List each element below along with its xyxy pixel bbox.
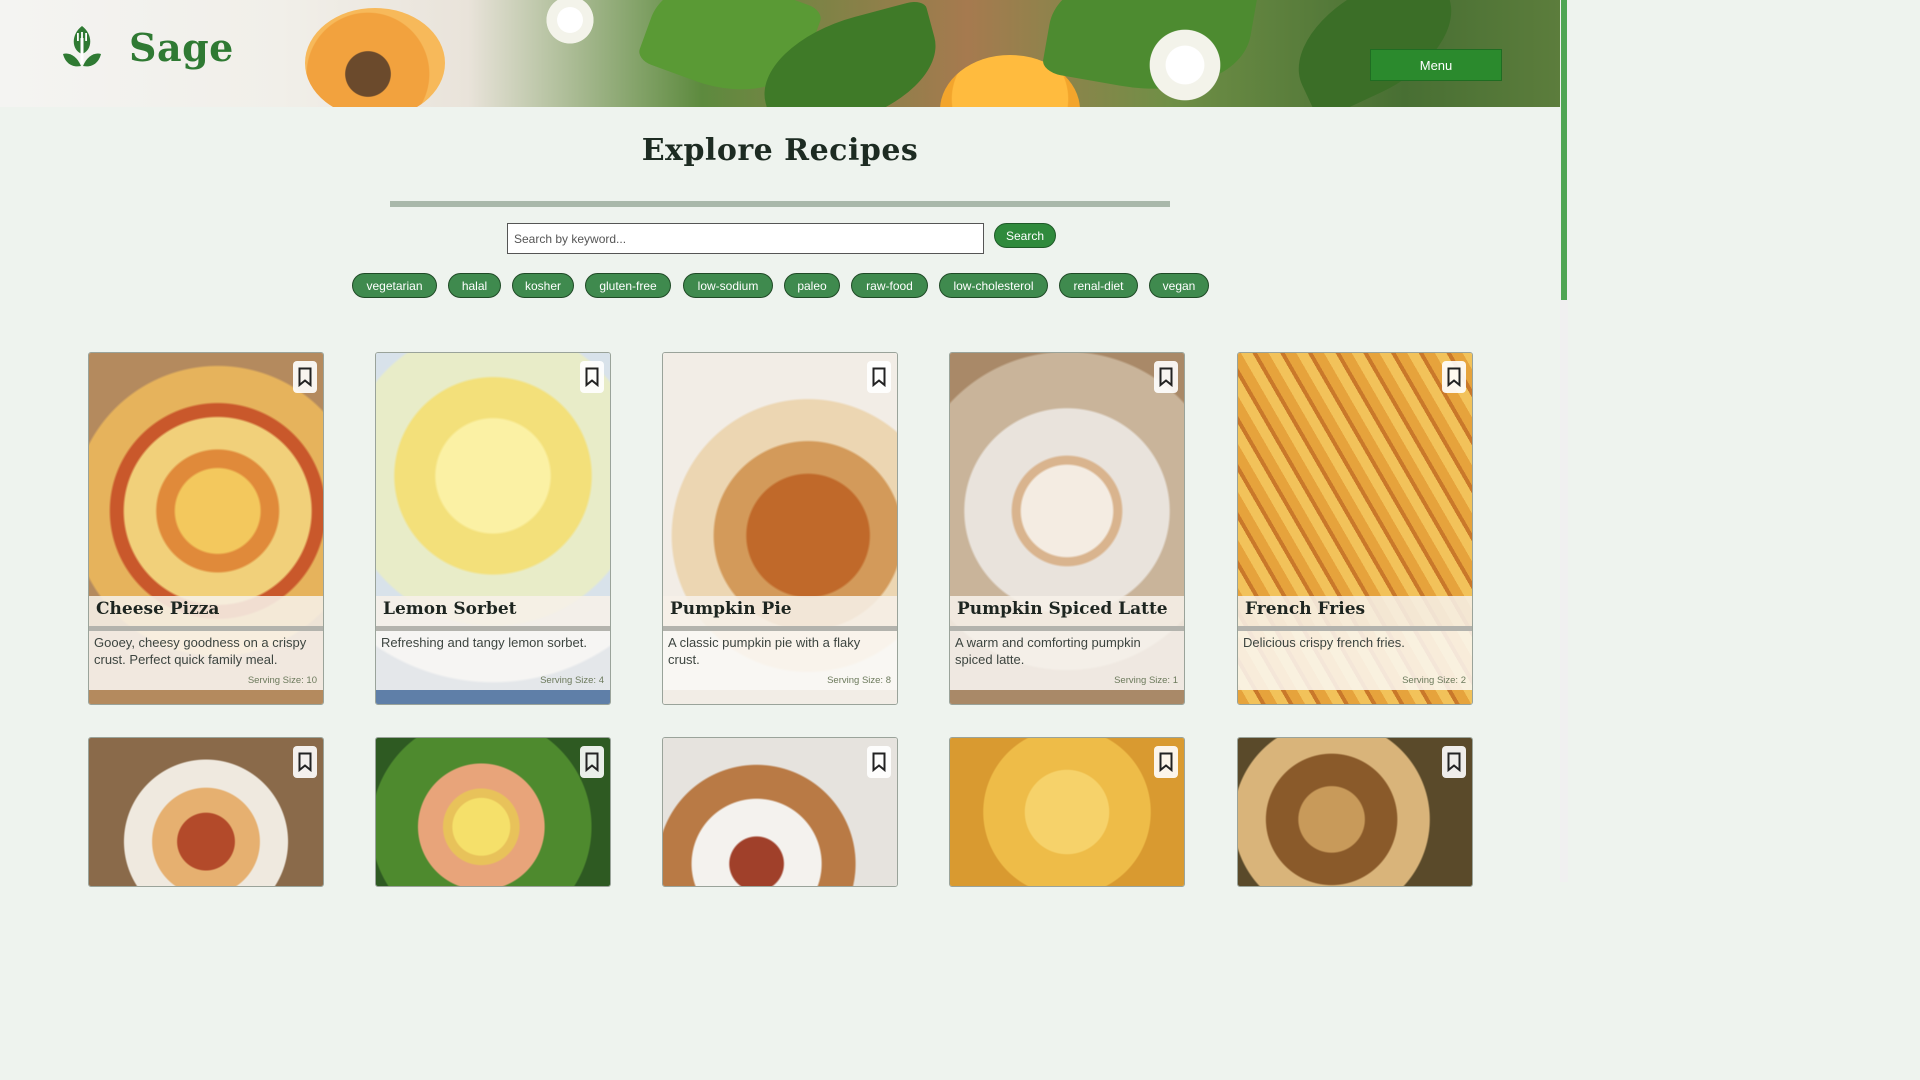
recipe-card[interactable] (949, 737, 1185, 887)
recipe-image (663, 738, 897, 886)
tag-raw-food[interactable]: raw-food (851, 273, 928, 298)
tag-renal-diet[interactable]: renal-diet (1059, 273, 1138, 298)
recipe-name: Cheese Pizza (96, 599, 220, 619)
divider (390, 201, 1170, 207)
bookmark-button[interactable] (867, 361, 891, 393)
recipe-name: Pumpkin Pie (670, 599, 792, 619)
bookmark-button[interactable] (1442, 361, 1466, 393)
recipe-name: Pumpkin Spiced Latte (957, 599, 1168, 619)
recipe-details: Delicious crispy french fries. Serving S… (1238, 631, 1472, 690)
recipe-image (1238, 738, 1472, 886)
recipe-card[interactable]: Pumpkin Pie A classic pumpkin pie with a… (662, 352, 898, 705)
tag-halal[interactable]: halal (448, 273, 501, 298)
tag-low-sodium[interactable]: low-sodium (683, 273, 773, 298)
recipe-image (376, 738, 610, 886)
bookmark-icon (585, 752, 599, 772)
bookmark-button[interactable] (1154, 746, 1178, 778)
bookmark-icon (872, 752, 886, 772)
logo[interactable]: Sage (59, 24, 234, 70)
bookmark-icon (1447, 752, 1461, 772)
recipe-title-bar: Lemon Sorbet (376, 596, 610, 631)
recipe-card[interactable]: Pumpkin Spiced Latte A warm and comforti… (949, 352, 1185, 705)
recipe-description: Delicious crispy french fries. (1243, 635, 1405, 650)
tag-paleo[interactable]: paleo (784, 273, 840, 298)
bookmark-icon (298, 752, 312, 772)
bookmark-icon (1159, 752, 1173, 772)
page-title: Explore Recipes (641, 133, 919, 168)
serving-size: Serving Size: 4 (540, 675, 604, 686)
recipe-card[interactable]: French Fries Delicious crispy french fri… (1237, 352, 1473, 705)
tag-vegan[interactable]: vegan (1149, 273, 1209, 298)
tag-filter-bar: vegetarian halal kosher gluten-free low-… (0, 273, 1560, 299)
recipe-details: A warm and comforting pumpkin spiced lat… (950, 631, 1184, 690)
serving-size: Serving Size: 8 (827, 675, 891, 686)
recipe-image (89, 738, 323, 886)
bookmark-icon (1447, 367, 1461, 387)
bookmark-button[interactable] (867, 746, 891, 778)
recipe-name: Lemon Sorbet (383, 599, 517, 619)
recipe-title-bar: French Fries (1238, 596, 1472, 631)
recipe-title-bar: Cheese Pizza (89, 596, 323, 631)
recipe-card[interactable] (375, 737, 611, 887)
recipe-card[interactable] (662, 737, 898, 887)
flower-decoration (1140, 20, 1230, 107)
header-banner: Sage Menu (0, 0, 1560, 107)
tag-vegetarian[interactable]: vegetarian (352, 273, 437, 298)
recipe-card[interactable] (1237, 737, 1473, 887)
flower-decoration (540, 0, 600, 50)
bookmark-button[interactable] (580, 746, 604, 778)
bookmark-icon (872, 367, 886, 387)
bookmark-button[interactable] (1442, 746, 1466, 778)
bookmark-icon (585, 367, 599, 387)
apricot-image (305, 8, 445, 107)
serving-size: Serving Size: 2 (1402, 675, 1466, 686)
recipe-details: A classic pumpkin pie with a flaky crust… (663, 631, 897, 690)
recipe-title-bar: Pumpkin Pie (663, 596, 897, 631)
serving-size: Serving Size: 1 (1114, 675, 1178, 686)
bookmark-icon (1159, 367, 1173, 387)
menu-button[interactable]: Menu (1370, 49, 1502, 81)
serving-size: Serving Size: 10 (247, 675, 317, 686)
brand-name: Sage (129, 24, 234, 70)
recipe-name: French Fries (1245, 599, 1366, 619)
bookmark-button[interactable] (293, 746, 317, 778)
tag-kosher[interactable]: kosher (512, 273, 574, 298)
tag-low-cholesterol[interactable]: low-cholesterol (939, 273, 1048, 298)
bookmark-button[interactable] (1154, 361, 1178, 393)
recipe-details: Gooey, cheesy goodness on a crispy crust… (89, 631, 323, 690)
tag-gluten-free[interactable]: gluten-free (585, 273, 671, 298)
bookmark-button[interactable] (293, 361, 317, 393)
recipe-details: Refreshing and tangy lemon sorbet. Servi… (376, 631, 610, 690)
search-input[interactable] (507, 223, 984, 254)
scrollbar-thumb[interactable] (1561, 0, 1567, 300)
recipe-description: Gooey, cheesy goodness on a crispy crust… (94, 635, 307, 667)
recipe-description: Refreshing and tangy lemon sorbet. (381, 635, 587, 650)
recipe-title-bar: Pumpkin Spiced Latte (950, 596, 1184, 631)
recipe-card[interactable]: Cheese Pizza Gooey, cheesy goodness on a… (88, 352, 324, 705)
recipe-card[interactable] (88, 737, 324, 887)
search-button[interactable]: Search (994, 223, 1056, 248)
recipe-image (950, 738, 1184, 886)
recipe-card[interactable]: Lemon Sorbet Refreshing and tangy lemon … (375, 352, 611, 705)
leaf-fork-icon (63, 26, 101, 67)
bookmark-button[interactable] (580, 361, 604, 393)
bookmark-icon (298, 367, 312, 387)
recipe-description: A warm and comforting pumpkin spiced lat… (955, 635, 1141, 667)
recipe-description: A classic pumpkin pie with a flaky crust… (668, 635, 861, 667)
